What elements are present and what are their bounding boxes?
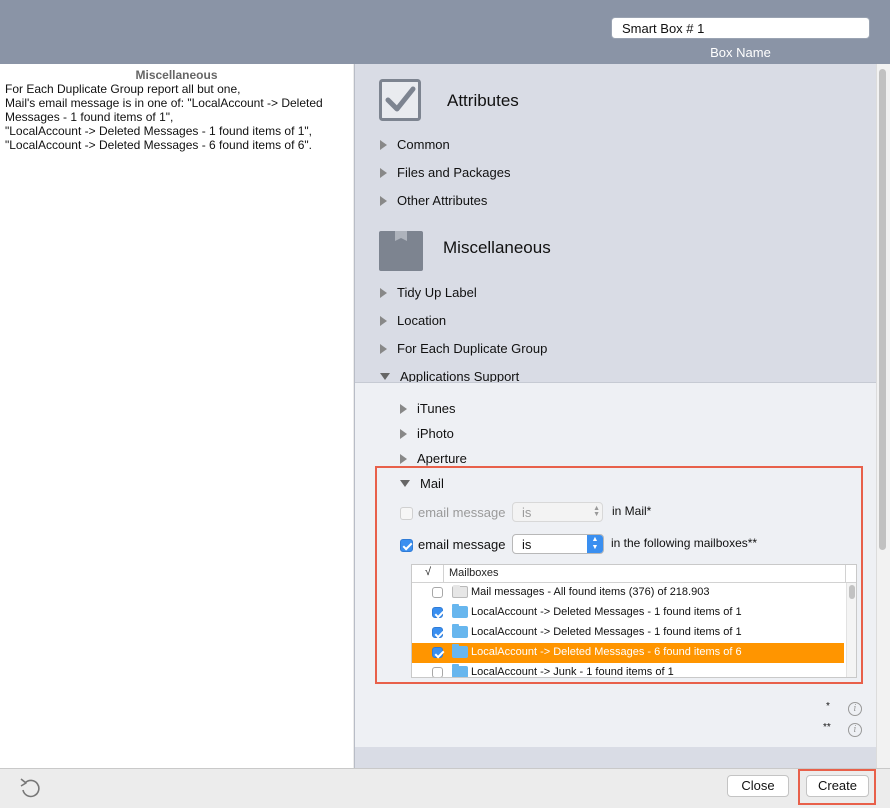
- stepper-icon: ▲ ▼: [587, 535, 603, 553]
- row-checkbox[interactable]: [432, 607, 443, 618]
- row-checkbox[interactable]: [432, 647, 443, 658]
- email-message-label: email message: [418, 505, 506, 520]
- revert-icon[interactable]: [18, 776, 42, 798]
- tree-item-for-each-duplicate-group[interactable]: For Each Duplicate Group: [380, 341, 547, 356]
- operator-select-disabled[interactable]: is ▲ ▼: [512, 502, 603, 522]
- folder-icon: [452, 644, 468, 658]
- email-message-label: email message: [418, 537, 506, 552]
- disclosure-triangle-icon: [400, 453, 407, 464]
- box-icon: [379, 231, 423, 271]
- table-row[interactable]: LocalAccount -> Deleted Messages - 1 fou…: [412, 603, 844, 623]
- folder-icon: [452, 624, 468, 638]
- box-name-label: Box Name: [710, 45, 771, 60]
- check-column-header[interactable]: √: [425, 566, 431, 578]
- description-line: Mail's email message is in one of: "Loca…: [5, 96, 323, 110]
- mailboxes-table[interactable]: √ Mailboxes Mail messages - All found it…: [411, 564, 857, 678]
- attributes-title: Attributes: [447, 91, 519, 110]
- footnote-marker-1: *: [826, 701, 830, 712]
- description-line: Messages - 1 found items of 1",: [5, 110, 174, 124]
- description-pane: [0, 64, 353, 768]
- table-scrollbar[interactable]: [846, 583, 856, 677]
- table-header: √ Mailboxes: [412, 565, 856, 583]
- table-row-selected[interactable]: LocalAccount -> Deleted Messages - 6 fou…: [412, 643, 844, 663]
- column-divider: [443, 565, 444, 582]
- table-row[interactable]: LocalAccount -> Deleted Messages - 1 fou…: [412, 623, 844, 643]
- info-icon[interactable]: i: [848, 702, 862, 716]
- disclosure-triangle-icon: [380, 139, 387, 150]
- mailbox-name: LocalAccount -> Deleted Messages - 1 fou…: [471, 626, 742, 638]
- operator-select[interactable]: is ▲ ▼: [512, 534, 604, 554]
- mailboxes-column-header[interactable]: Mailboxes: [449, 567, 499, 579]
- email-in-mailboxes-checkbox[interactable]: [400, 539, 413, 552]
- miscellaneous-title: Miscellaneous: [443, 238, 551, 257]
- disclosure-triangle-icon: [380, 343, 387, 354]
- description-line: "LocalAccount -> Deleted Messages - 6 fo…: [5, 138, 313, 152]
- folder-icon: [452, 664, 468, 677]
- tree-item-other-attributes[interactable]: Other Attributes: [380, 193, 487, 208]
- tree-item-tidy-up-label[interactable]: Tidy Up Label: [380, 285, 477, 300]
- disclosure-triangle-icon: [400, 403, 407, 414]
- mailbox-name: LocalAccount -> Deleted Messages - 6 fou…: [471, 646, 742, 658]
- tree-item-itunes[interactable]: iTunes: [400, 401, 456, 416]
- description-title: Miscellaneous: [135, 68, 218, 82]
- folder-icon: [452, 604, 468, 618]
- disclosure-triangle-icon: [380, 315, 387, 326]
- stepper-icon: ▲ ▼: [593, 505, 600, 518]
- disclosure-triangle-icon: [400, 428, 407, 439]
- close-button[interactable]: Close: [727, 775, 789, 797]
- row-checkbox[interactable]: [432, 587, 443, 598]
- disclosure-triangle-icon: [380, 287, 387, 298]
- mailbox-name: LocalAccount -> Deleted Messages - 1 fou…: [471, 606, 742, 618]
- mailbox-name: LocalAccount -> Junk - 1 found items of …: [471, 666, 674, 678]
- tree-item-files-and-packages[interactable]: Files and Packages: [380, 165, 510, 180]
- mailbox-name: Mail messages - All found items (376) of…: [471, 586, 710, 598]
- disclosure-triangle-open-icon: [380, 373, 390, 381]
- table-scroll-thumb[interactable]: [849, 585, 855, 599]
- tree-item-location[interactable]: Location: [380, 313, 446, 328]
- tree-item-mail[interactable]: Mail: [400, 476, 444, 491]
- row-checkbox[interactable]: [432, 627, 443, 638]
- description-line: For Each Duplicate Group report all but …: [5, 82, 241, 96]
- email-in-mail-checkbox[interactable]: [400, 507, 413, 520]
- checkbox-icon: [379, 79, 421, 121]
- disclosure-triangle-icon: [380, 167, 387, 178]
- following-mailboxes-label: in the following mailboxes**: [611, 536, 758, 550]
- description-line: "LocalAccount -> Deleted Messages - 1 fo…: [5, 124, 313, 138]
- pane-scroll-thumb[interactable]: [879, 69, 886, 550]
- disclosure-triangle-icon: [380, 195, 387, 206]
- tree-item-iphoto[interactable]: iPhoto: [400, 426, 454, 441]
- column-divider: [845, 565, 846, 582]
- create-button[interactable]: Create: [806, 775, 869, 797]
- box-name-input[interactable]: [611, 17, 870, 39]
- table-row[interactable]: Mail messages - All found items (376) of…: [412, 583, 844, 603]
- tree-item-aperture[interactable]: Aperture: [400, 451, 467, 466]
- row-checkbox[interactable]: [432, 667, 443, 677]
- tree-item-common[interactable]: Common: [380, 137, 450, 152]
- folder-icon: [452, 585, 468, 598]
- table-row[interactable]: LocalAccount -> Junk - 1 found items of …: [412, 663, 844, 678]
- footnote-marker-2: **: [823, 722, 831, 733]
- disclosure-triangle-open-icon: [400, 480, 410, 488]
- description-text: For Each Duplicate Group report all but …: [5, 82, 340, 152]
- in-mail-label: in Mail*: [612, 504, 652, 518]
- info-icon[interactable]: i: [848, 723, 862, 737]
